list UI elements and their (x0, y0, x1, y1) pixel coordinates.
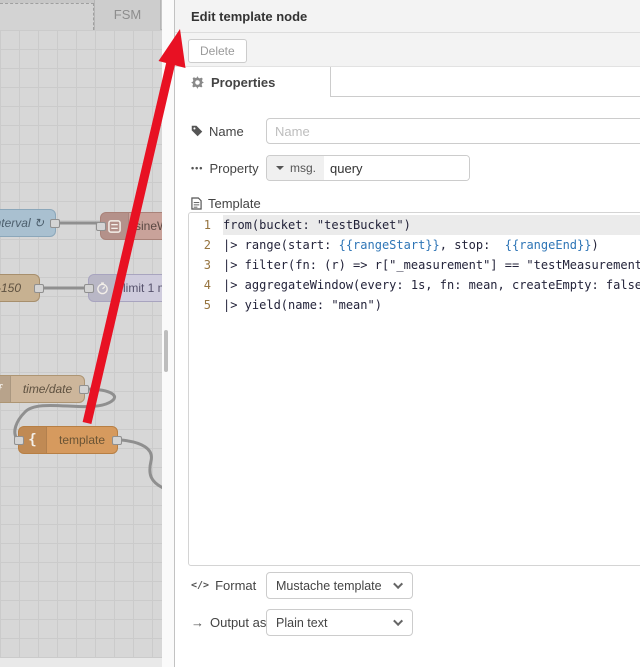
ellipsis-icon: ••• (191, 163, 204, 173)
flow-canvas[interactable]: FSM interval ↻ sineWave s-150 limit 1 ms… (0, 0, 162, 667)
code-line[interactable]: 3 |> filter(fn: (r) => r["_measurement"] … (189, 255, 640, 275)
node-output-port[interactable] (112, 436, 122, 445)
node-red-editor: FSM interval ↻ sineWave s-150 limit 1 ms… (0, 0, 640, 667)
code-icon: </> (191, 579, 210, 591)
code-text: |> aggregateWindow(every: 1s, fn: mean, … (223, 278, 640, 292)
flow-tab-fsm[interactable]: FSM (94, 0, 161, 30)
dialog-title: Edit template node (175, 0, 640, 33)
code-text: from(bucket: "testBucket") (223, 215, 640, 235)
function-icon: f (0, 376, 11, 402)
line-number: 2 (203, 238, 211, 252)
node-label: limit 1 msg (123, 281, 162, 295)
edit-template-dialog: Edit template node Delete Properties Nam… (174, 0, 640, 667)
typed-input: msg. (266, 155, 470, 181)
node-limit[interactable]: limit 1 msg (84, 274, 162, 302)
code-line[interactable]: 5 |> yield(name: "mean") (189, 295, 640, 315)
property-label-text: Property (209, 160, 259, 176)
node-input-port[interactable] (84, 284, 94, 293)
canvas-vscrollbar[interactable] (162, 0, 174, 667)
code-line[interactable]: 4 |> aggregateWindow(every: 1s, fn: mean,… (189, 275, 640, 295)
node-label: template (58, 433, 106, 447)
output-as-label: → Output as (191, 609, 266, 635)
line-number: 3 (203, 258, 211, 272)
code-line[interactable]: 2 |> range(start: {{rangeStart}}, stop: {… (189, 235, 640, 255)
line-number: 1 (203, 218, 211, 232)
node-template[interactable]: { template (14, 426, 122, 454)
flow-tab-active[interactable] (0, 3, 94, 30)
typed-input-prefix: msg. (290, 161, 317, 175)
scrollbar-thumb[interactable] (164, 330, 168, 372)
file-code-icon (191, 196, 202, 210)
output-as-select[interactable]: Plain text (266, 609, 413, 636)
node-timedate[interactable]: f time/date (0, 375, 89, 403)
format-select-value: Mustache template (276, 578, 382, 593)
node-input-port[interactable] (14, 436, 24, 445)
dialog-tabbar: Properties (175, 67, 640, 97)
wire-template-out (120, 438, 162, 490)
tab-label: Properties (211, 74, 276, 90)
delete-button[interactable]: Delete (188, 39, 247, 63)
code-text: |> range(start: {{rangeStart}}, stop: {{… (223, 238, 599, 252)
node-interval[interactable]: interval ↻ (0, 209, 60, 237)
tab-properties[interactable]: Properties (175, 67, 331, 97)
code-lines: 1 from(bucket: "testBucket") 2 |> range(sta… (189, 215, 640, 315)
output-as-label-text: Output as (210, 614, 267, 630)
code-text: |> yield(name: "mean") (223, 298, 382, 312)
code-editor[interactable]: 1 from(bucket: "testBucket") 2 |> range(sta… (188, 212, 640, 566)
node-input-port[interactable] (96, 222, 106, 231)
typed-input-type-button[interactable]: msg. (267, 156, 325, 180)
canvas-hscrollbar[interactable] (0, 658, 162, 667)
node-s150[interactable]: s-150 (0, 274, 44, 302)
flow-wires (13, 221, 162, 490)
tabbar-spacer (331, 67, 640, 97)
format-label-text: Format (215, 577, 257, 593)
code-text: |> filter(fn: (r) => r["_measurement"] =… (223, 258, 640, 272)
template-label-text: Template (208, 195, 261, 211)
gear-icon (191, 75, 204, 89)
node-output-port[interactable] (50, 219, 60, 228)
format-label: </> Format (191, 572, 256, 598)
node-output-port[interactable] (34, 284, 44, 293)
tag-icon (191, 125, 203, 137)
node-label: time/date (22, 382, 73, 396)
dialog-toolbar: Delete (175, 33, 640, 67)
node-sinewave[interactable]: sineWave (96, 212, 162, 240)
output-as-select-value: Plain text (276, 615, 328, 630)
property-input[interactable] (324, 156, 469, 180)
name-label-text: Name (209, 123, 244, 139)
format-select[interactable]: Mustache template (266, 572, 413, 599)
caret-down-icon (276, 166, 284, 170)
property-label: ••• Property (191, 155, 259, 181)
node-output-port[interactable] (79, 385, 89, 394)
name-label: Name (191, 118, 244, 144)
arrow-right-icon: → (191, 614, 204, 630)
name-input[interactable] (266, 118, 640, 144)
node-label: interval ↻ (0, 216, 45, 230)
code-line[interactable]: 1 from(bucket: "testBucket") (189, 215, 640, 235)
line-number: 4 (203, 278, 211, 292)
flow-tabbar: FSM (0, 0, 162, 30)
node-label: sineWave (135, 219, 162, 233)
line-number: 5 (203, 298, 211, 312)
